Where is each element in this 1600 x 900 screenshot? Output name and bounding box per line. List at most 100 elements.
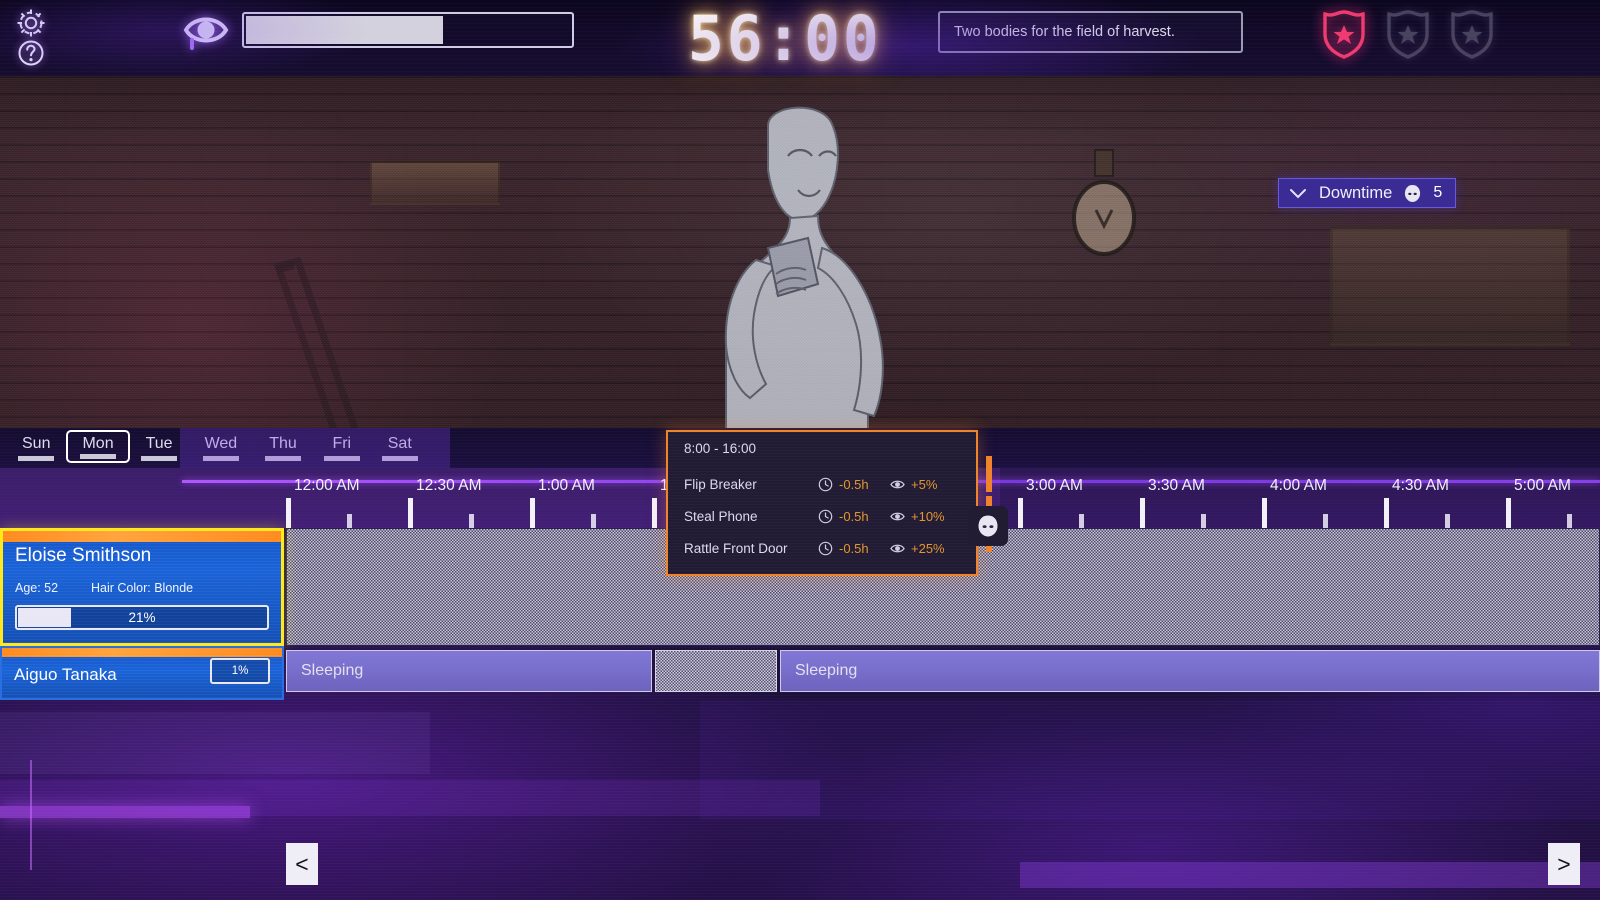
tooltip-action-row[interactable]: Flip Breaker -0.5h +5% (684, 468, 962, 500)
suspicion-meter (182, 8, 574, 52)
eye-icon (890, 509, 905, 524)
tooltip-time-cost: -0.5h (818, 477, 890, 492)
downtime-panel[interactable]: Downtime 5 (1278, 178, 1456, 208)
character-progress-label: 21% (128, 610, 155, 625)
day-tab-underline (265, 456, 301, 461)
day-tab-label: Sun (22, 435, 50, 452)
selection-marker-left (986, 456, 992, 492)
question-mark-icon[interactable] (14, 36, 48, 70)
next-page-label: > (1557, 851, 1570, 878)
day-tab-underline (382, 456, 418, 461)
character-progress-bar: 21% (15, 605, 269, 630)
timeline-tick-minor (1567, 514, 1572, 528)
timeline-tick-minor (1079, 514, 1084, 528)
character-hair-color: Hair Color: Blonde (91, 581, 193, 595)
ghost-face-icon (1403, 184, 1422, 203)
character-card-eloise[interactable]: Eloise Smithson Age: 52 Hair Color: Blon… (0, 528, 284, 646)
timeline-tick-label: 3:30 AM (1148, 477, 1205, 495)
character-name: Aiguo Tanaka (14, 665, 117, 685)
activity-block-sleeping[interactable]: Sleeping (286, 650, 652, 692)
person-with-phone-silhouette (672, 98, 942, 433)
gear-icon[interactable] (14, 6, 48, 40)
timeline-tick-label: 12:00 AM (294, 477, 360, 495)
pipe-prop (258, 256, 388, 433)
timeline-tick-label: 3:00 AM (1026, 477, 1083, 495)
timeline-tick-major (1506, 498, 1511, 528)
character-age: Age: 52 (15, 581, 58, 595)
tooltip-action-row[interactable]: Rattle Front Door -0.5h +25% (684, 532, 962, 564)
day-tab-underline (141, 456, 177, 461)
eye-icon (890, 477, 905, 492)
next-page-button[interactable]: > (1548, 843, 1580, 885)
day-tab-sat[interactable]: Sat (371, 430, 429, 463)
timeline-tick-major (286, 498, 291, 528)
ghost-face-marker[interactable] (968, 506, 1008, 546)
scene-viewport: Downtime 5 (0, 76, 1600, 433)
downtime-label: Downtime (1319, 184, 1392, 203)
character-progress-label: 1% (210, 658, 270, 684)
day-tab-mon[interactable]: Mon (66, 430, 129, 463)
character-card-aiguo[interactable]: Aiguo Tanaka 1% (0, 646, 284, 700)
timeline-tick-minor (591, 514, 596, 528)
police-badge-icon (1318, 8, 1370, 60)
character-progress-fill (18, 608, 71, 627)
activity-block-sleeping[interactable]: Sleeping (780, 650, 1600, 692)
day-tab-sun[interactable]: Sun (6, 430, 66, 463)
timeline-tick-major (1262, 498, 1267, 528)
chevron-down-icon[interactable] (1288, 183, 1308, 203)
top-bar: 56:00 Two bodies for the field of harves… (0, 0, 1600, 76)
tooltip-time-cost: -0.5h (818, 509, 890, 524)
timeline-tick-minor (1323, 514, 1328, 528)
day-tab-underline (18, 456, 54, 461)
tooltip-suspicion-value: +10% (911, 509, 945, 524)
tooltip-time-cost: -0.5h (818, 541, 890, 556)
tooltip-suspicion: +25% (890, 541, 962, 556)
day-tab-wed[interactable]: Wed (189, 430, 254, 463)
day-tab-underline (80, 454, 116, 459)
prev-page-label: < (295, 851, 308, 878)
clock-icon (818, 541, 833, 556)
tooltip-time-value: -0.5h (839, 509, 869, 524)
police-badge-icon (1382, 8, 1434, 60)
game-root: Downtime 5 (0, 0, 1600, 900)
tooltip-action-name: Flip Breaker (684, 477, 818, 492)
prev-page-button[interactable]: < (286, 843, 318, 885)
tooltip-action-row[interactable]: Steal Phone -0.5h +10% (684, 500, 962, 532)
timeline-tick-major (1384, 498, 1389, 528)
day-tab-label: Wed (205, 435, 238, 452)
clock-icon (818, 509, 833, 524)
static-noise-block[interactable] (655, 650, 777, 692)
day-tab-thu[interactable]: Thu (253, 430, 313, 463)
tooltip-time-range: 8:00 - 16:00 (684, 441, 962, 456)
timeline-tick-major (530, 498, 535, 528)
tooltip-suspicion-value: +5% (911, 477, 937, 492)
action-tooltip[interactable]: 8:00 - 16:00 Flip Breaker -0.5h +5% Stea… (666, 430, 978, 576)
timeline-tick-label: 4:00 AM (1270, 477, 1327, 495)
character-name: Eloise Smithson (15, 545, 151, 567)
day-tab-label: Fri (332, 435, 351, 452)
schedule-track[interactable]: Sleeping Sleeping (286, 646, 1600, 700)
timeline-tick-minor (1445, 514, 1450, 528)
day-tab-fri[interactable]: Fri (313, 430, 371, 463)
tooltip-suspicion: +5% (890, 477, 962, 492)
activity-label: Sleeping (301, 662, 363, 680)
tooltip-suspicion-value: +25% (911, 541, 945, 556)
light-bulb-icon (1062, 148, 1146, 268)
clock-value: 56:00 (688, 2, 882, 75)
day-tab-label: Thu (269, 435, 297, 452)
countdown-clock: 56:00 (660, 2, 910, 74)
clock-icon (818, 477, 833, 492)
timeline-tick-minor (469, 514, 474, 528)
day-tab-underline (324, 456, 360, 461)
day-tab-label: Sat (388, 435, 412, 452)
activity-label: Sleeping (795, 662, 857, 680)
downtime-count: 5 (1433, 184, 1442, 202)
timeline-tick-minor (1201, 514, 1206, 528)
tooltip-suspicion: +10% (890, 509, 962, 524)
news-ticker: Two bodies for the field of harvest. (938, 11, 1243, 53)
shelf-prop (370, 161, 500, 205)
timeline-tick-label: 4:30 AM (1392, 477, 1449, 495)
tooltip-time-value: -0.5h (839, 477, 869, 492)
day-tab-tue[interactable]: Tue (130, 430, 189, 463)
timeline-tick-major (1140, 498, 1145, 528)
